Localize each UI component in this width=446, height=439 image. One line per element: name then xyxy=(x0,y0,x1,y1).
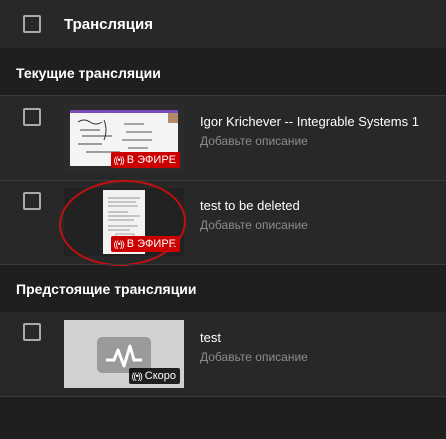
row-checkbox-2[interactable] xyxy=(23,192,41,210)
row-checkbox-3[interactable] xyxy=(23,323,41,341)
live-badge: ((•)) В ЭФИРЕ xyxy=(110,236,180,252)
live-badge-label: В ЭФИРЕ xyxy=(126,154,176,166)
stream-row-1[interactable]: ((•)) В ЭФИРЕ Igor Krichever -- Integrab… xyxy=(0,96,446,180)
divider xyxy=(0,396,446,397)
stream-thumbnail-2[interactable]: ((•)) В ЭФИРЕ xyxy=(64,188,184,256)
stream-thumbnail-1[interactable]: ((•)) В ЭФИРЕ xyxy=(64,104,184,172)
stream-row-3[interactable]: ((•)) Скоро test Добавьте описание xyxy=(0,312,446,396)
live-badge-label: В ЭФИРЕ xyxy=(126,238,176,250)
live-broadcast-icon: ((•)) xyxy=(113,239,125,249)
live-broadcast-icon: ((•)) xyxy=(113,155,125,165)
section-title-current: Текущие трансляции xyxy=(16,65,161,81)
stream-description-1[interactable]: Добавьте описание xyxy=(200,134,308,148)
live-badge: ((•)) В ЭФИРЕ xyxy=(110,152,180,168)
stream-row-2[interactable]: ((•)) В ЭФИРЕ test to be deleted Добавьт… xyxy=(0,181,446,265)
select-all-checkbox[interactable] xyxy=(23,15,41,33)
divider xyxy=(0,264,446,265)
upcoming-badge-label: Скоро xyxy=(144,370,176,382)
table-header: Трансляция xyxy=(0,0,446,48)
stream-title-1[interactable]: Igor Krichever -- Integrable Systems 1 xyxy=(200,114,419,129)
column-header-stream: Трансляция xyxy=(64,16,153,33)
upcoming-badge: ((•)) Скоро xyxy=(128,368,180,384)
stream-title-2[interactable]: test to be deleted xyxy=(200,198,300,213)
stream-title-3[interactable]: test xyxy=(200,330,221,345)
live-broadcast-icon: ((•)) xyxy=(131,371,143,381)
stream-thumbnail-3[interactable]: ((•)) Скоро xyxy=(64,320,184,388)
stream-description-3[interactable]: Добавьте описание xyxy=(200,350,308,364)
section-title-upcoming: Предстоящие трансляции xyxy=(16,281,197,297)
row-checkbox-1[interactable] xyxy=(23,108,41,126)
stream-description-2[interactable]: Добавьте описание xyxy=(200,218,308,232)
